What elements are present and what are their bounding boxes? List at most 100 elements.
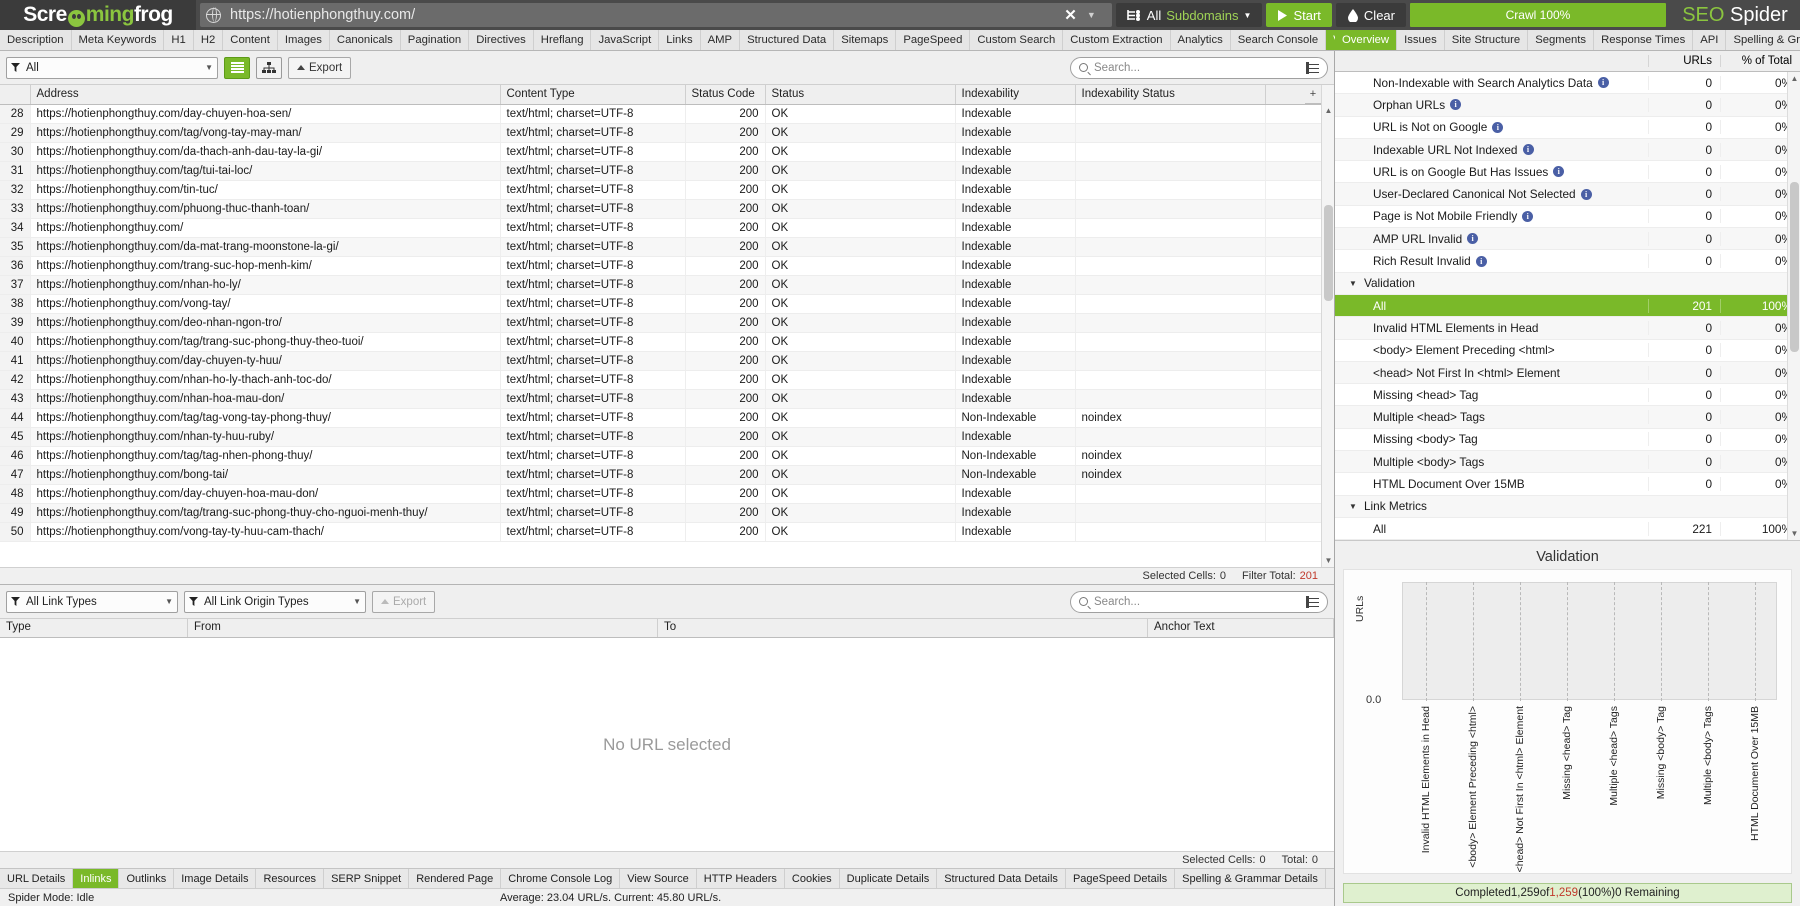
cell-indexability-status[interactable]: noindex [1075,408,1266,428]
table-row[interactable]: 50 https://hotienphongthuy.com/vong-tay-t… [0,522,1334,542]
cell-status-code[interactable]: 200 [685,503,766,523]
bottom-tab-structured-data-details[interactable]: Structured Data Details [937,869,1066,888]
overview-row[interactable]: Page is Not Mobile Friendly i 0 0% [1335,206,1800,229]
clear-url-icon[interactable]: ✕ [1056,6,1085,24]
link-origin-types-dropdown[interactable]: All Link Origin Types ▼ [184,590,366,613]
row-number[interactable]: 37 [0,275,31,295]
url-bar[interactable]: https://hotienphongthuy.com/ ✕ ▼ [200,3,1112,27]
crawl-scope-selector[interactable]: All Subdomains ▼ [1115,3,1263,27]
overview-row[interactable]: HTML Document Over 15MB 0 0% [1335,473,1800,496]
cell-indexability-status[interactable] [1075,161,1266,181]
cell-address[interactable]: https://hotienphongthuy.com/da-thach-anh… [30,142,501,162]
cell-status-code[interactable]: 200 [685,351,766,371]
row-number[interactable]: 31 [0,161,31,181]
cell-content-type[interactable]: text/html; charset=UTF-8 [500,180,686,200]
cell-status-code[interactable]: 200 [685,142,766,162]
cell-status[interactable]: OK [765,218,956,238]
row-number[interactable]: 46 [0,446,31,466]
table-row[interactable]: 48 https://hotienphongthuy.com/day-chuyen… [0,484,1334,504]
cell-indexability-status[interactable] [1075,313,1266,333]
cell-content-type[interactable]: text/html; charset=UTF-8 [500,465,686,485]
column-header-type[interactable]: Type [0,619,188,637]
cell-status-code[interactable]: 200 [685,484,766,504]
overview-row[interactable]: URL is Not on Google i 0 0% [1335,117,1800,139]
cell-status[interactable]: OK [765,275,956,295]
overview-scroll-up-icon[interactable]: ▲ [1788,72,1800,85]
table-row[interactable]: 32 https://hotienphongthuy.com/tin-tuc/te… [0,180,1334,200]
table-row[interactable]: 34 https://hotienphongthuy.com/text/html;… [0,218,1334,238]
cell-status-code[interactable]: 200 [685,256,766,276]
cell-indexability[interactable]: Indexable [955,199,1076,219]
overview-row[interactable]: All 201 100% [1335,294,1800,318]
row-number[interactable]: 47 [0,465,31,485]
cell-address[interactable]: https://hotienphongthuy.com/trang-suc-ho… [30,256,501,276]
inlinks-search-box[interactable]: Search... [1070,590,1328,613]
cell-indexability-status[interactable] [1075,256,1266,276]
cell-indexability-status[interactable] [1075,484,1266,504]
table-row[interactable]: 49 https://hotienphongthuy.com/tag/trang-… [0,503,1334,523]
tab-content[interactable]: Content [223,30,278,50]
table-row[interactable]: 47 https://hotienphongthuy.com/bong-tai/t… [0,465,1334,485]
tab-description[interactable]: Description [0,30,72,50]
row-number[interactable]: 35 [0,237,31,257]
table-row[interactable]: 46 https://hotienphongthuy.com/tag/tag-nh… [0,446,1334,466]
row-number[interactable]: 28 [0,104,31,124]
overview-row[interactable]: <body> Element Preceding <html> 0 0% [1335,340,1800,362]
cell-address[interactable]: https://hotienphongthuy.com/vong-tay-ty-… [30,522,501,542]
row-number[interactable]: 43 [0,389,31,409]
inlinks-export-button[interactable]: Export [372,590,436,613]
cell-indexability[interactable]: Indexable [955,522,1076,542]
cell-status[interactable]: OK [765,465,956,485]
cell-indexability[interactable]: Indexable [955,142,1076,162]
cell-status[interactable]: OK [765,427,956,447]
tab-site-structure[interactable]: Site Structure [1445,30,1529,50]
cell-indexability[interactable]: Indexable [955,237,1076,257]
cell-indexability[interactable]: Indexable [955,427,1076,447]
scope-chevron-down-icon[interactable]: ▼ [1244,11,1252,20]
column-header-content-type[interactable]: Content Type [500,85,686,105]
cell-indexability-status[interactable] [1075,123,1266,143]
cell-address[interactable]: https://hotienphongthuy.com/deo-nhan-ngo… [30,313,501,333]
inlinks-search-input[interactable]: Search... [1094,596,1300,608]
bottom-tab-resources[interactable]: Resources [256,869,325,888]
cell-indexability[interactable]: Indexable [955,275,1076,295]
info-icon[interactable]: i [1580,188,1592,200]
bottom-tab-serp-snippet[interactable]: SERP Snippet [324,869,410,888]
cell-address[interactable]: https://hotienphongthuy.com/tag/tag-vong… [30,408,501,428]
cell-content-type[interactable]: text/html; charset=UTF-8 [500,104,686,124]
cell-status[interactable]: OK [765,180,956,200]
bottom-tab-url-details[interactable]: URL Details [0,869,74,888]
tab-issues[interactable]: Issues [1397,30,1445,50]
bottom-tab-view-source[interactable]: View Source [620,869,697,888]
bottom-tab-duplicate-details[interactable]: Duplicate Details [840,869,938,888]
overview-row[interactable]: Orphan URLs i 0 0% [1335,94,1800,117]
cell-content-type[interactable]: text/html; charset=UTF-8 [500,332,686,352]
row-number[interactable]: 41 [0,351,31,371]
info-icon[interactable]: i [1553,166,1565,178]
cell-address[interactable]: https://hotienphongthuy.com/nhan-ho-ly-t… [30,370,501,390]
bottom-tab-inlinks[interactable]: Inlinks [73,869,120,888]
row-number[interactable]: 36 [0,256,31,276]
cell-status-code[interactable]: 200 [685,446,766,466]
cell-indexability[interactable]: Indexable [955,123,1076,143]
cell-address[interactable]: https://hotienphongthuy.com/nhan-hoa-mau… [30,389,501,409]
cell-content-type[interactable]: text/html; charset=UTF-8 [500,256,686,276]
row-number[interactable]: 32 [0,180,31,200]
cell-status[interactable]: OK [765,522,956,542]
add-column-button[interactable]: + [1305,85,1321,104]
column-header-to[interactable]: To [658,619,1148,637]
cell-address[interactable]: https://hotienphongthuy.com/tag/vong-tay… [30,123,501,143]
row-number[interactable]: 39 [0,313,31,333]
cell-status[interactable]: OK [765,199,956,219]
tab-search-console[interactable]: Search Console [1231,30,1327,50]
table-row[interactable]: 39 https://hotienphongthuy.com/deo-nhan-n… [0,313,1334,333]
overview-row[interactable]: All 221 100% [1335,518,1800,541]
overview-row[interactable]: URL is on Google But Has Issues i 0 0% [1335,161,1800,184]
cell-status[interactable]: OK [765,408,956,428]
cell-address[interactable]: https://hotienphongthuy.com/day-chuyen-t… [30,351,501,371]
info-icon[interactable]: i [1467,233,1479,245]
overview-row[interactable]: AMP URL Invalid i 0 0% [1335,228,1800,251]
cell-indexability[interactable]: Indexable [955,503,1076,523]
cell-indexability-status[interactable] [1075,503,1266,523]
cell-indexability-status[interactable] [1075,237,1266,257]
